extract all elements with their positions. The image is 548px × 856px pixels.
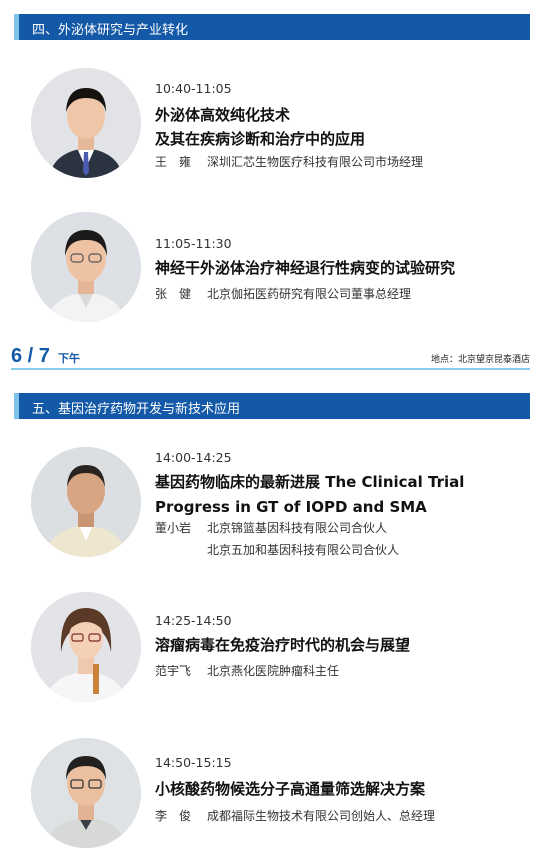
talk-title-line: 及其在疾病诊断和治疗中的应用 xyxy=(155,130,366,148)
talk-title-line: 小核酸药物候选分子高通量筛选解决方案 xyxy=(155,780,426,798)
section-accent xyxy=(14,393,19,419)
section-header-5: 五、基因治疗药物开发与新技术应用 xyxy=(14,393,530,419)
talk-time: 10:40-11:05 xyxy=(155,81,232,96)
speaker-affiliation: 北京燕化医院肿瘤科主任 xyxy=(207,664,340,678)
talk-title-line: 溶瘤病毒在免疫治疗时代的机会与展望 xyxy=(155,636,411,654)
speaker-line: 李 俊 成都福际生物技术有限公司创始人、总经理 xyxy=(155,806,435,826)
speaker-line: 王 雍 深圳汇芯生物医疗科技有限公司市场经理 xyxy=(155,152,423,172)
section-title: 四、外泌体研究与产业转化 xyxy=(32,23,189,38)
talk-title-line: Progress in GT of IOPD and SMA xyxy=(155,498,427,516)
speaker-photo xyxy=(31,212,141,322)
section-title: 五、基因治疗药物开发与新技术应用 xyxy=(32,402,241,417)
talk-time: 14:50-15:15 xyxy=(155,755,232,770)
section-accent xyxy=(14,14,19,40)
speaker-name: 范宇飞 xyxy=(155,664,192,678)
talk-time: 14:00-14:25 xyxy=(155,450,232,465)
speaker-photo xyxy=(31,447,141,557)
speaker-line: 董小岩 北京锦篮基因科技有限公司合伙人 xyxy=(155,518,387,538)
speaker-affiliation: 北京五加和基因科技有限公司合伙人 xyxy=(207,543,400,557)
speaker-line: 张 健 北京伽拓医药研究有限公司董事总经理 xyxy=(155,284,411,304)
speaker-photo xyxy=(31,592,141,702)
speaker-affiliation: 北京伽拓医药研究有限公司董事总经理 xyxy=(207,287,412,301)
speaker-name: 董小岩 xyxy=(155,521,192,535)
talk-time: 11:05-11:30 xyxy=(155,236,232,251)
speaker-photo xyxy=(31,738,141,848)
session-venue: 地点：北京望京昆泰酒店 xyxy=(430,355,530,365)
session-period: 下午 xyxy=(58,352,80,365)
talk-title-line: 神经干外泌体治疗神经退行性病变的试验研究 xyxy=(155,259,456,277)
talk-title-line: 外泌体高效纯化技术 xyxy=(155,106,291,124)
speaker-photo xyxy=(31,68,141,178)
speaker-line: 北京五加和基因科技有限公司合伙人 xyxy=(155,540,399,560)
speaker-name: 张 健 xyxy=(155,287,192,301)
date-divider xyxy=(11,368,530,370)
speaker-affiliation: 成都福际生物技术有限公司创始人、总经理 xyxy=(207,809,436,823)
speaker-line: 范宇飞 北京燕化医院肿瘤科主任 xyxy=(155,661,339,681)
talk-title-line: 基因药物临床的最新进展 The Clinical Trial xyxy=(155,473,465,491)
speaker-affiliation: 北京锦篮基因科技有限公司合伙人 xyxy=(207,521,388,535)
talk-time: 14:25-14:50 xyxy=(155,613,232,628)
session-date: 6 / 7 xyxy=(11,345,50,367)
speaker-name: 李 俊 xyxy=(155,809,192,823)
speaker-affiliation: 深圳汇芯生物医疗科技有限公司市场经理 xyxy=(207,155,424,169)
speaker-name: 王 雍 xyxy=(155,155,192,169)
date-bar: 6 / 7 下午 地点：北京望京昆泰酒店 xyxy=(11,345,530,369)
section-header-4: 四、外泌体研究与产业转化 xyxy=(14,14,530,40)
